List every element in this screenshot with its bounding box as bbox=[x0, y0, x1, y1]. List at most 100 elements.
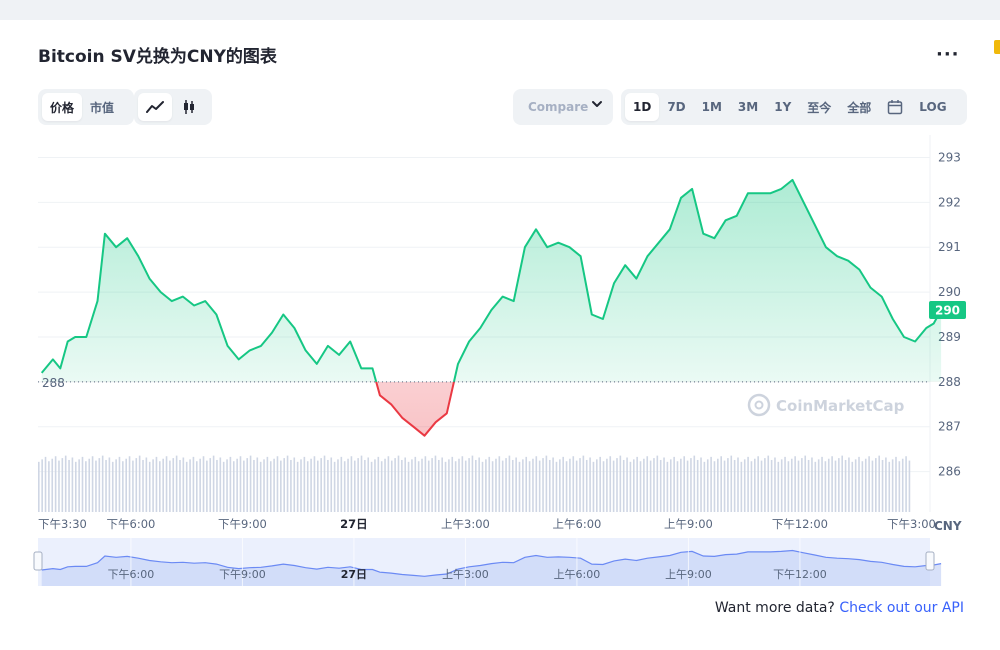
y-tick-label: 292 bbox=[938, 195, 961, 209]
y-tick-label: 293 bbox=[938, 150, 961, 164]
volume-bar bbox=[317, 460, 319, 512]
volume-bar bbox=[276, 456, 279, 512]
api-link[interactable]: Check out our API bbox=[839, 600, 964, 616]
volume-bar bbox=[767, 455, 770, 512]
volume-bar bbox=[478, 457, 480, 512]
volume-bar bbox=[122, 461, 124, 512]
volume-bar bbox=[797, 460, 800, 512]
volume-bar bbox=[774, 457, 776, 512]
volume-bar bbox=[706, 459, 709, 512]
volume-bar bbox=[283, 458, 285, 512]
volume-bar bbox=[232, 461, 235, 512]
volume-bar bbox=[821, 456, 823, 512]
volume-bar bbox=[572, 456, 575, 512]
volume-bar bbox=[296, 461, 299, 512]
volume-bar bbox=[444, 461, 447, 512]
volume-bar bbox=[448, 459, 450, 512]
volume-bar bbox=[710, 456, 712, 512]
volume-bar bbox=[115, 459, 117, 512]
volume-bar bbox=[431, 458, 433, 512]
volume-bar bbox=[165, 456, 168, 512]
volume-bar bbox=[491, 461, 494, 512]
volume-bar bbox=[602, 461, 605, 512]
volume-bar bbox=[669, 459, 672, 512]
volume-bar bbox=[599, 456, 601, 512]
volume-bar bbox=[340, 456, 343, 512]
volume-bar bbox=[686, 460, 689, 512]
volume-bar bbox=[212, 455, 215, 512]
volume-bar bbox=[81, 456, 84, 512]
volume-bar bbox=[619, 455, 622, 512]
volume-bar bbox=[195, 461, 198, 512]
volume-bar bbox=[155, 456, 158, 512]
volume-bar bbox=[74, 461, 77, 512]
volume-bar bbox=[727, 458, 729, 512]
volume-bar bbox=[48, 461, 50, 512]
watermark-text: CoinMarketCap bbox=[776, 397, 905, 415]
volume-bar bbox=[306, 461, 309, 512]
volume-bar bbox=[596, 459, 598, 512]
x-tick-label: 下午9:00 bbox=[218, 517, 267, 531]
volume-bar bbox=[488, 456, 491, 512]
volume-bar bbox=[784, 456, 786, 512]
volume-bar bbox=[330, 457, 333, 512]
volume-bar bbox=[54, 456, 57, 512]
volume-bar bbox=[659, 459, 662, 512]
volume-bar bbox=[831, 456, 833, 512]
volume-bar bbox=[333, 461, 336, 512]
volume-bar bbox=[740, 461, 743, 512]
volume-bar bbox=[838, 458, 840, 512]
y-tick-label: 291 bbox=[938, 240, 961, 254]
volume-bar bbox=[286, 455, 289, 512]
volume-bar bbox=[592, 461, 595, 512]
volume-bar bbox=[256, 457, 259, 512]
volume-bar bbox=[871, 460, 874, 512]
volume-bar bbox=[676, 461, 679, 512]
volume-bar bbox=[552, 457, 554, 512]
volume-bar bbox=[764, 458, 766, 512]
volume-bar bbox=[303, 456, 306, 512]
volume-bar bbox=[202, 456, 205, 512]
volume-bar bbox=[310, 458, 312, 512]
x-tick-label: 27日 bbox=[340, 517, 368, 531]
volume-bar bbox=[908, 460, 911, 512]
volume-bar bbox=[790, 458, 793, 512]
volume-bar bbox=[451, 456, 454, 512]
volume-bar bbox=[404, 457, 407, 512]
volume-bar bbox=[854, 459, 857, 512]
volume-bar bbox=[528, 461, 531, 512]
volume-bar bbox=[471, 455, 474, 512]
volume-bar bbox=[609, 456, 612, 512]
navigator-handle[interactable] bbox=[33, 551, 43, 571]
volume-bar bbox=[690, 458, 692, 512]
volume-bar bbox=[320, 458, 322, 512]
volume-bar bbox=[787, 461, 790, 512]
volume-bar bbox=[737, 457, 739, 512]
volume-bar bbox=[747, 456, 749, 512]
footer-api-prompt: Want more data? Check out our API bbox=[715, 600, 964, 616]
volume-bar bbox=[780, 459, 783, 512]
x-tick-label: 下午3:30 bbox=[38, 517, 87, 531]
volume-bar bbox=[804, 455, 807, 512]
volume-bar bbox=[680, 458, 682, 512]
volume-bar bbox=[522, 459, 524, 512]
volume-bar bbox=[468, 458, 470, 512]
volume-bar bbox=[861, 461, 864, 512]
volume-bar bbox=[898, 461, 901, 512]
navigator-handle[interactable] bbox=[925, 551, 935, 571]
volume-bar bbox=[293, 457, 296, 512]
volume-bar bbox=[98, 458, 101, 512]
volume-bar bbox=[757, 456, 759, 512]
x-tick-label: 上午3:00 bbox=[441, 517, 490, 531]
volume-bar bbox=[888, 461, 891, 512]
volume-bar bbox=[377, 456, 380, 512]
volume-bar bbox=[179, 459, 181, 512]
navigator-tick-label: 27日 bbox=[341, 568, 367, 581]
volume-bar bbox=[538, 460, 541, 512]
volume-bar bbox=[575, 460, 578, 512]
volume-bar bbox=[481, 461, 484, 512]
volume-bar bbox=[535, 456, 538, 512]
volume-bar bbox=[454, 461, 457, 512]
volume-bar bbox=[239, 456, 242, 512]
navigator-tick-label: 下午12:00 bbox=[773, 568, 827, 581]
